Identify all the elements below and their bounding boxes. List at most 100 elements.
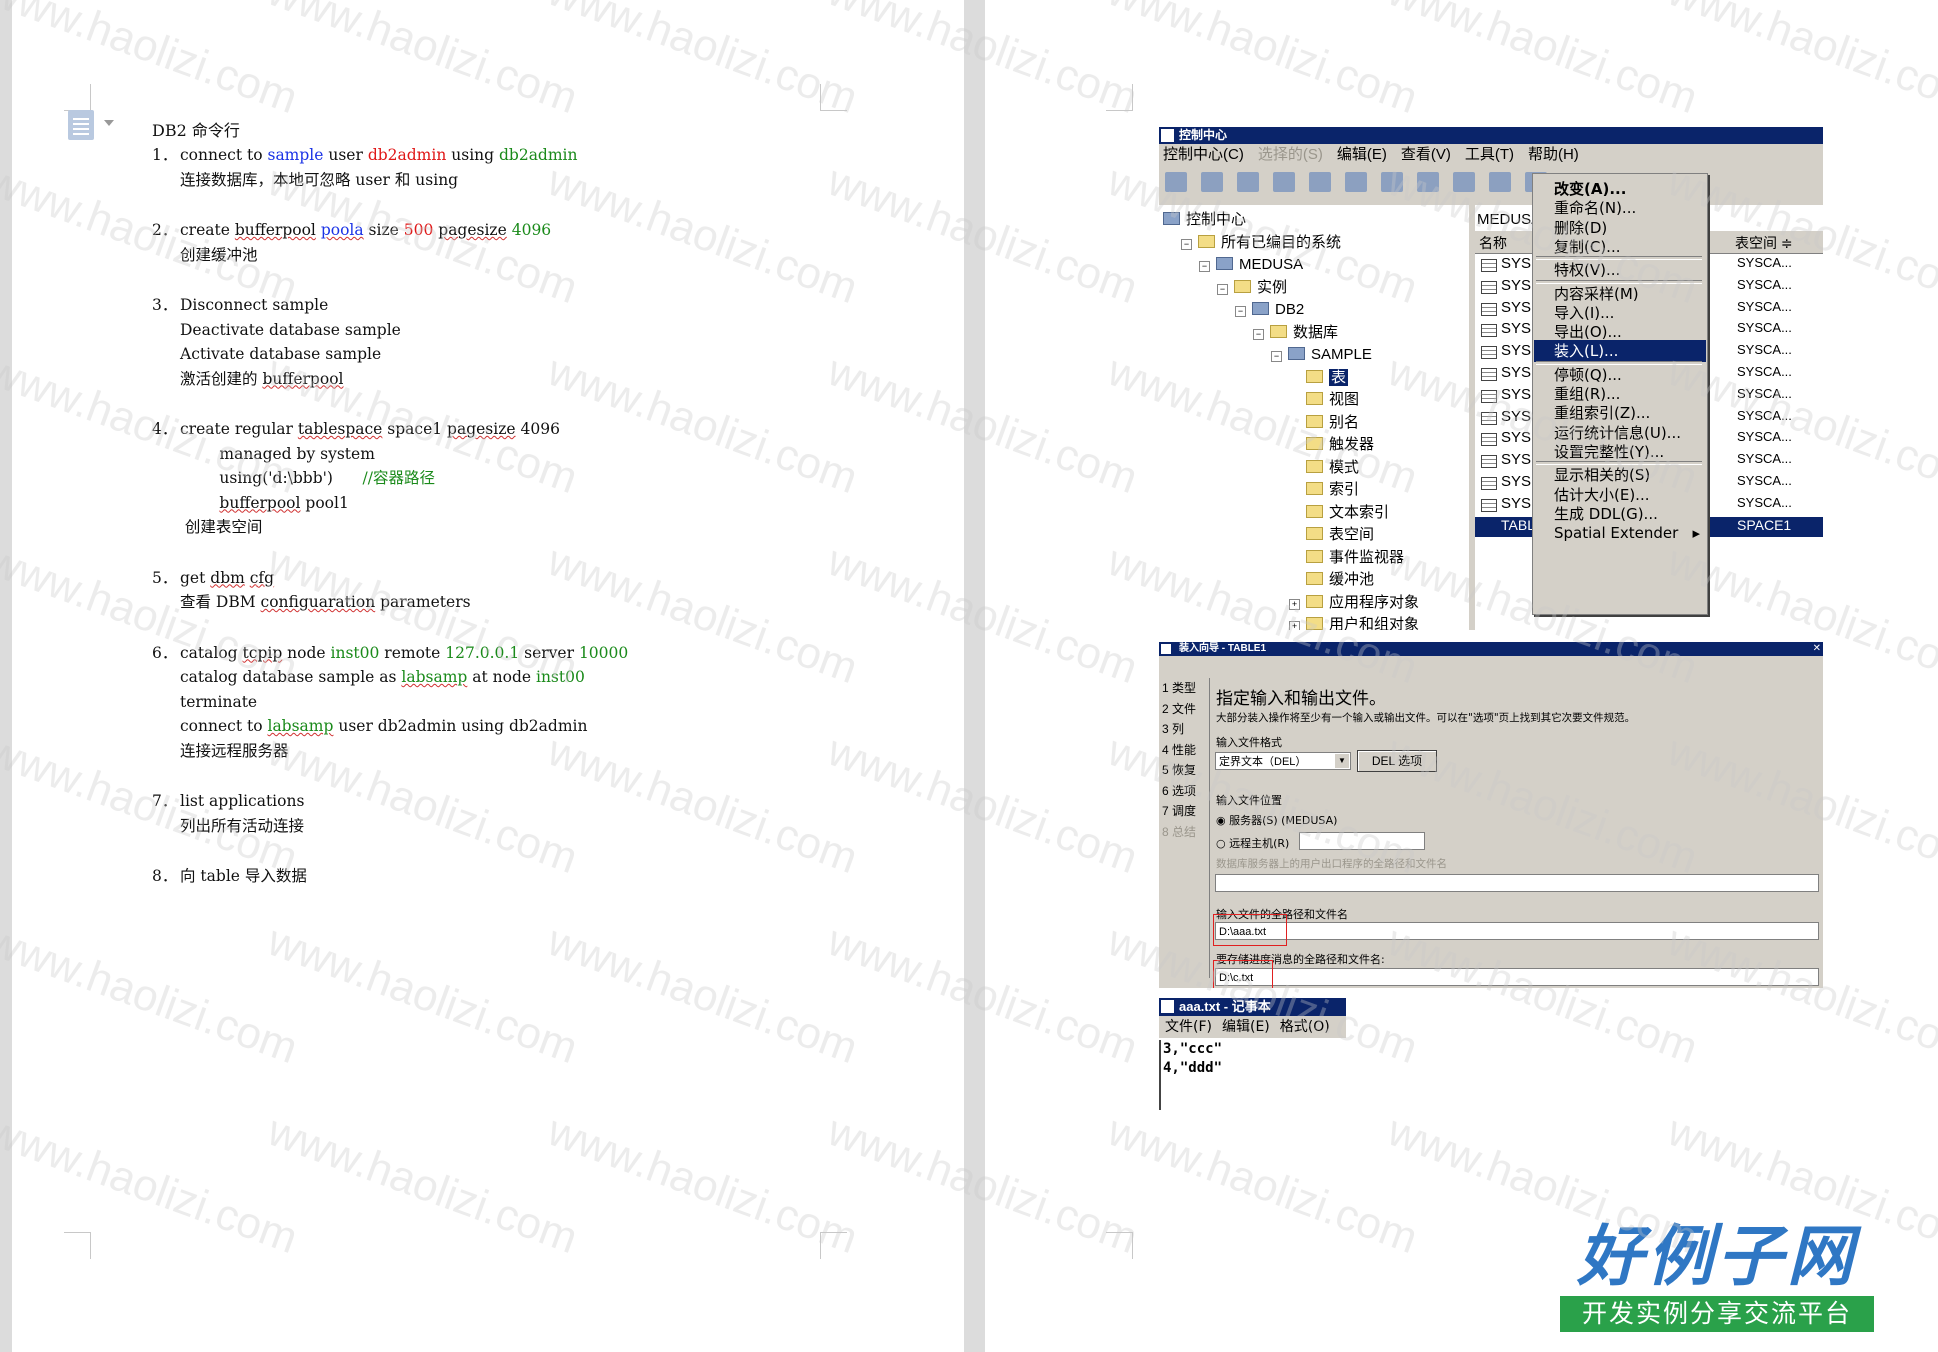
tablespace[interactable]: SPACE1 <box>1737 517 1791 533</box>
menu-item-label: 重命名(N)... <box>1554 199 1637 218</box>
tree-node[interactable]: + 应用程序对象 <box>1289 594 1419 612</box>
tree-node[interactable]: − SAMPLE <box>1271 346 1372 364</box>
toolbar-icon[interactable] <box>1417 172 1439 192</box>
tree-node[interactable]: − MEDUSA <box>1199 256 1303 274</box>
toolbar-icon[interactable] <box>1345 172 1367 192</box>
collapse-icon[interactable]: − <box>1253 328 1264 340</box>
document-icon[interactable] <box>68 110 94 140</box>
toolbar-icon[interactable] <box>1453 172 1475 192</box>
menu-item[interactable]: 格式(O) <box>1280 1019 1330 1035</box>
toolbar-icon[interactable] <box>1165 172 1187 192</box>
context-menu-item[interactable]: 设置完整性(Y)... <box>1534 441 1706 463</box>
input-file-field[interactable]: D:\aaa.txt <box>1215 922 1819 940</box>
context-menu-item[interactable]: 复制(C)... <box>1534 236 1706 258</box>
text-run: 列出所有活动连接 <box>180 816 305 835</box>
radio-remote-label: 远程主机(R) <box>1229 837 1290 850</box>
context-menu-item[interactable]: Spatial Extender ▸ <box>1534 522 1706 544</box>
tree-node[interactable]: − 实例 <box>1217 279 1287 297</box>
tree-node[interactable]: 表空间 <box>1289 526 1374 544</box>
toolbar-icon[interactable] <box>1201 172 1223 192</box>
toolbar-icon[interactable] <box>1309 172 1331 192</box>
tree-node[interactable]: 表 <box>1289 368 1349 387</box>
table-name[interactable]: SYS <box>1501 255 1531 272</box>
crop-mark <box>1106 84 1133 111</box>
collapse-icon[interactable]: − <box>1235 306 1246 317</box>
table-name[interactable]: SYS <box>1501 451 1531 468</box>
notepad-content[interactable]: 3,"ccc" 4,"ddd" <box>1159 1040 1346 1110</box>
command-item: 2． create bufferpool poola size 500 pages… <box>152 218 551 267</box>
menu-item[interactable]: 工具(T) <box>1465 146 1514 163</box>
wizard-step[interactable]: 2 文件 <box>1162 699 1210 720</box>
tree-node[interactable]: + 用户和组对象 <box>1289 616 1419 630</box>
table-name[interactable]: SYS <box>1501 473 1531 490</box>
expand-icon[interactable]: + <box>1289 598 1300 610</box>
context-menu-item[interactable]: 装入(L)... <box>1534 340 1706 363</box>
radio-server[interactable]: ◉ 服务器(S) (MEDUSA) <box>1216 812 1337 828</box>
tree-node[interactable]: − 所有已编目的系统 <box>1181 234 1341 252</box>
table-name[interactable]: SYS <box>1501 342 1531 359</box>
radio-remote[interactable]: ○ 远程主机(R) <box>1216 835 1289 851</box>
tree-node[interactable]: 触发器 <box>1289 436 1374 454</box>
del-options-button[interactable]: DEL 选项 <box>1357 750 1437 772</box>
toolbar-icon[interactable] <box>1381 172 1403 192</box>
chevron-down-icon[interactable] <box>104 120 114 126</box>
collapse-icon[interactable]: − <box>1271 351 1282 362</box>
tree-node[interactable]: − DB2 <box>1235 301 1304 319</box>
crop-mark <box>64 1232 91 1259</box>
table-name[interactable]: SYS <box>1501 408 1531 425</box>
table-icon <box>1481 433 1497 447</box>
collapse-icon[interactable]: − <box>1217 283 1228 295</box>
table-name[interactable]: SYS <box>1501 364 1531 381</box>
table-name[interactable]: SYS <box>1501 495 1531 512</box>
tree-label: 用户和组对象 <box>1329 616 1420 630</box>
table-icon <box>1481 498 1497 512</box>
menu-item[interactable]: 查看(V) <box>1401 146 1451 163</box>
column-header[interactable]: 表空间 ≑ <box>1735 233 1793 253</box>
radio-selected-icon[interactable]: ◉ <box>1216 814 1229 827</box>
menu-item[interactable]: 帮助(H) <box>1528 146 1579 163</box>
table-name[interactable]: SYS <box>1501 320 1531 337</box>
tree-node[interactable]: 控制中心 <box>1163 211 1246 229</box>
tree-node[interactable]: 视图 <box>1289 391 1359 409</box>
folder-icon <box>1198 234 1215 248</box>
menu-item[interactable]: 控制中心(C) <box>1163 146 1244 163</box>
remote-host-input[interactable] <box>1299 832 1425 850</box>
table-name[interactable]: SYS <box>1501 386 1531 403</box>
wizard-step[interactable]: 3 列 <box>1162 719 1210 740</box>
message-file-field[interactable]: D:\c.txt <box>1215 968 1819 986</box>
wizard-step[interactable]: 5 恢复 <box>1162 760 1210 781</box>
close-icon[interactable]: ✕ <box>1813 642 1821 656</box>
command-line: 3． Disconnect sample <box>152 293 401 318</box>
toolbar-icon[interactable] <box>1273 172 1295 192</box>
table-name[interactable]: SYS <box>1501 429 1531 446</box>
wizard-step[interactable]: 6 选项 <box>1162 781 1210 802</box>
table-name[interactable]: SYS <box>1501 299 1531 316</box>
expand-icon[interactable]: + <box>1289 621 1300 630</box>
tree-node[interactable]: 模式 <box>1289 459 1359 477</box>
menu-item[interactable]: 文件(F) <box>1165 1019 1212 1035</box>
tree-node[interactable]: 缓冲池 <box>1289 571 1374 589</box>
wizard-step[interactable]: 1 类型 <box>1162 678 1210 699</box>
menu-item[interactable]: 编辑(E) <box>1337 146 1387 163</box>
wizard-step[interactable]: 4 性能 <box>1162 740 1210 761</box>
collapse-icon[interactable]: − <box>1181 238 1192 250</box>
menu-item[interactable]: 编辑(E) <box>1222 1019 1270 1035</box>
collapse-icon[interactable]: − <box>1199 261 1210 272</box>
radio-empty-icon[interactable]: ○ <box>1216 837 1229 850</box>
tree-node[interactable]: 文本索引 <box>1289 504 1389 522</box>
folder-icon <box>1306 504 1323 518</box>
server-path-input[interactable] <box>1215 874 1819 892</box>
tree-node[interactable]: 事件监视器 <box>1289 549 1404 567</box>
toolbar-icon[interactable] <box>1237 172 1259 192</box>
tree-node[interactable]: − 数据库 <box>1253 324 1338 342</box>
toolbar-icon[interactable] <box>1489 172 1511 192</box>
tree-node[interactable]: 别名 <box>1289 414 1359 432</box>
tree-node[interactable]: 索引 <box>1289 481 1359 499</box>
context-menu-item[interactable]: 特权(V)... <box>1534 259 1706 281</box>
format-select[interactable]: 定界文本（DEL） ▼ <box>1215 752 1351 770</box>
column-header[interactable]: 名称 <box>1479 233 1507 253</box>
chevron-down-icon[interactable]: ▼ <box>1335 754 1349 768</box>
wizard-step[interactable]: 7 调度 <box>1162 801 1210 822</box>
app-icon <box>1161 644 1171 654</box>
table-name[interactable]: SYS <box>1501 277 1531 294</box>
